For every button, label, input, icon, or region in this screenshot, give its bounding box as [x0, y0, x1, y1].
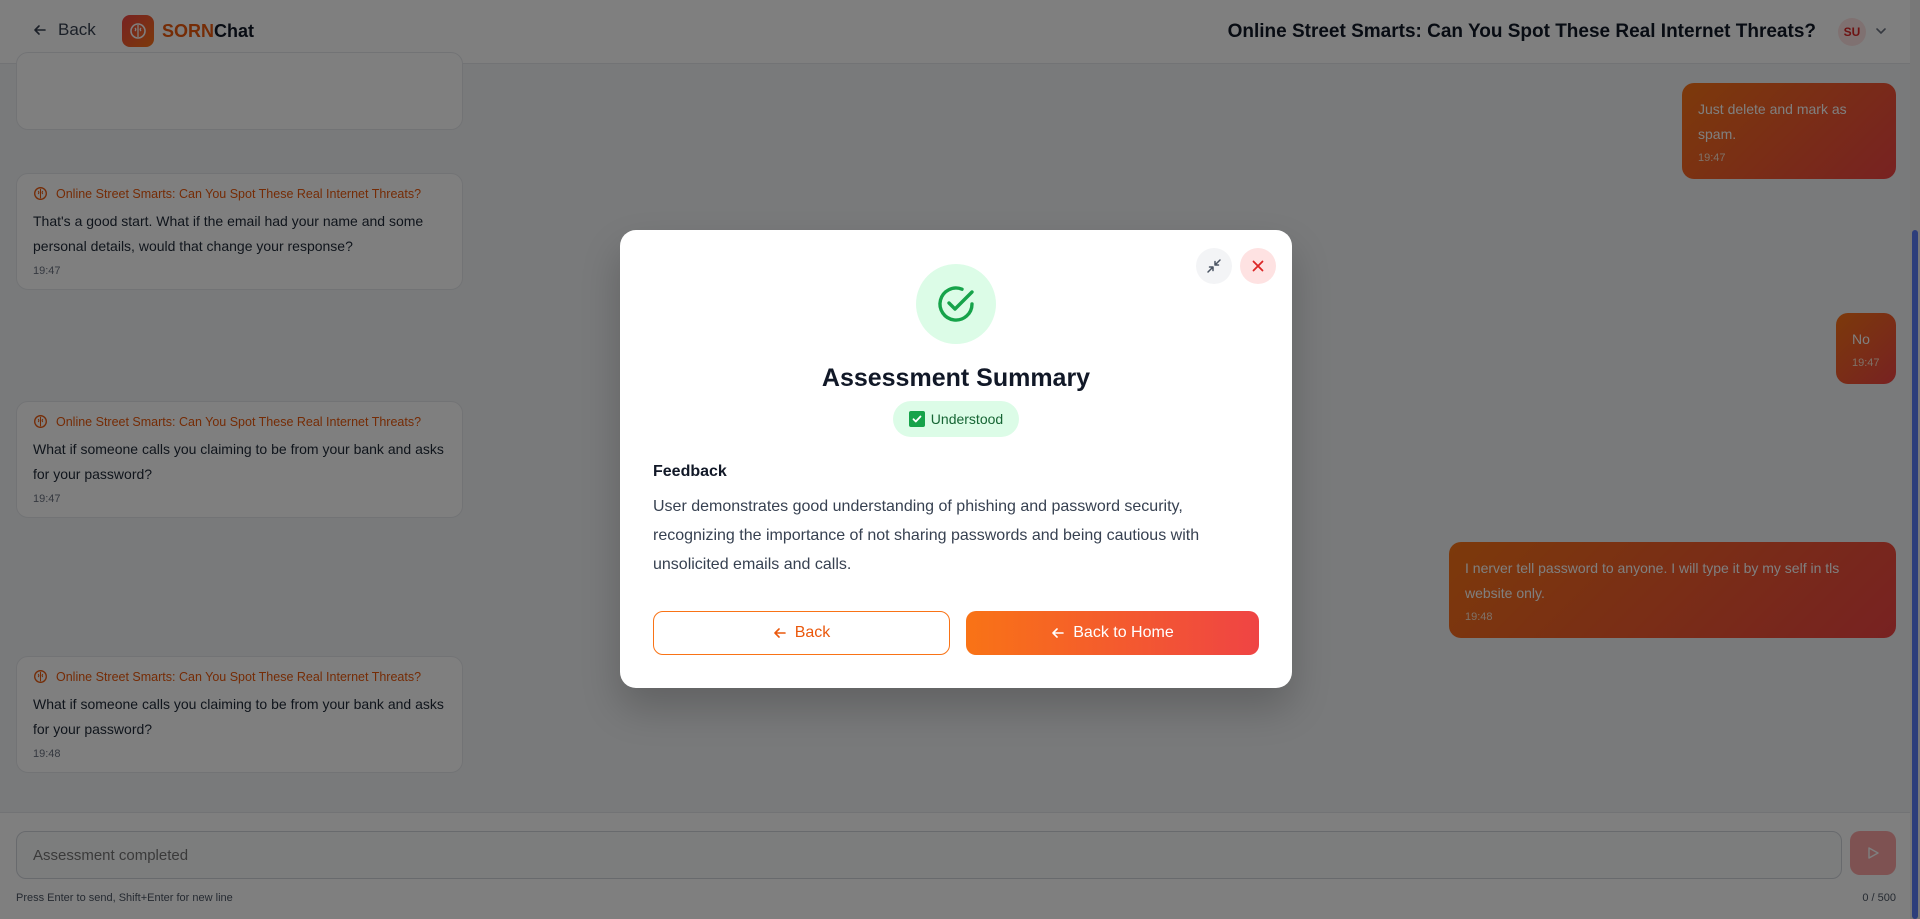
checkbox-checked-icon [908, 411, 925, 427]
feedback-heading: Feedback [653, 463, 727, 480]
back-to-home-button[interactable]: Back to Home [966, 611, 1259, 655]
status-badge: Understood [893, 401, 1019, 437]
close-button[interactable] [1240, 248, 1276, 284]
assessment-summary-modal: Assessment Summary Understood Feedback U… [620, 230, 1292, 688]
modal-title: Assessment Summary [821, 364, 1091, 392]
minimize-icon [1207, 259, 1221, 273]
back-to-home-label: Back to Home [1073, 624, 1174, 641]
status-label: Understood [930, 411, 1004, 427]
feedback-text: User demonstrates good understanding of … [653, 498, 1200, 573]
arrow-left-icon [773, 628, 786, 638]
back-button-label: Back [794, 624, 831, 641]
close-icon [1252, 260, 1264, 272]
arrow-left-icon [1052, 628, 1065, 638]
back-button[interactable]: Back [653, 611, 950, 655]
minimize-button[interactable] [1196, 248, 1232, 284]
check-circle-icon [916, 264, 996, 344]
